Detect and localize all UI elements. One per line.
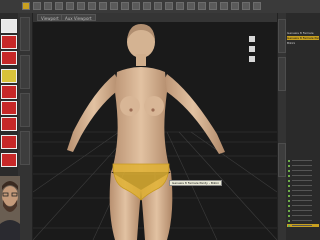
save-button-icon[interactable]: [220, 2, 228, 10]
list-item[interactable]: [287, 189, 319, 192]
shelf-item-8[interactable]: [1, 135, 17, 149]
scale-tool-icon[interactable]: [55, 2, 63, 10]
visibility-icon[interactable]: [288, 214, 290, 217]
geometry-editor-tool-icon[interactable]: [88, 2, 96, 10]
visibility-icon[interactable]: [288, 204, 290, 207]
region-navigator-tool-icon[interactable]: [143, 2, 151, 10]
visibility-icon[interactable]: [288, 194, 290, 197]
visibility-icon[interactable]: [288, 164, 290, 167]
visibility-icon[interactable]: [288, 209, 290, 212]
pane-tab-4[interactable]: [20, 131, 30, 165]
pane-tab-1[interactable]: [20, 17, 30, 51]
node-weight-tool-icon[interactable]: [77, 2, 85, 10]
scene-row[interactable]: Bikini: [287, 41, 319, 45]
pane-tab-2[interactable]: [20, 55, 30, 89]
list-item[interactable]: [287, 204, 319, 207]
view-controls-icon: [249, 36, 255, 62]
shelf-item-6[interactable]: [1, 101, 17, 115]
list-item[interactable]: [287, 184, 319, 187]
transfer-tool-icon[interactable]: [154, 2, 162, 10]
right-pane-tab-2[interactable]: [278, 57, 286, 91]
universal-tool-icon[interactable]: [66, 2, 74, 10]
redo-button-icon[interactable]: [253, 2, 261, 10]
tab-aux-viewport[interactable]: Aux Viewport: [61, 14, 96, 21]
list-item[interactable]: [287, 194, 319, 197]
pane-tab-3[interactable]: [20, 93, 30, 127]
shelf-item-3[interactable]: [1, 51, 17, 65]
shelf-item-2[interactable]: [1, 35, 17, 49]
list-item[interactable]: [287, 199, 319, 202]
scene-pane: Genesis 8 Female Genesis 8 Female Panty …: [286, 13, 320, 240]
render-button-icon[interactable]: [187, 2, 195, 10]
right-pane-tab-3[interactable]: [278, 143, 286, 177]
viewport-panel: Viewport Aux Viewport Genesis 8 Female P…: [33, 13, 277, 240]
select-tool-icon[interactable]: [22, 2, 30, 10]
power-pose-tool-icon[interactable]: [176, 2, 184, 10]
shelf-item-7[interactable]: [1, 117, 17, 131]
pane-tab-strip: [18, 13, 33, 240]
shelf-item-4[interactable]: [1, 69, 17, 83]
visibility-icon[interactable]: [288, 179, 290, 182]
hover-tooltip: Genesis 8 Female Panty - Bikini: [169, 180, 223, 186]
presenter-image: [0, 176, 20, 240]
aux-viewport-button-icon[interactable]: [209, 2, 217, 10]
shelf-item-5[interactable]: [1, 85, 17, 99]
list-item[interactable]: [287, 209, 319, 212]
visibility-icon[interactable]: [288, 199, 290, 202]
visibility-icon[interactable]: [288, 169, 290, 172]
camera-tool-icon[interactable]: [121, 2, 129, 10]
list-item[interactable]: [287, 164, 319, 167]
list-item[interactable]: [287, 174, 319, 177]
visibility-icon[interactable]: [288, 184, 290, 187]
visibility-icon[interactable]: [288, 159, 290, 162]
shelf-item-9[interactable]: [1, 153, 17, 167]
active-pose-tool-icon[interactable]: [165, 2, 173, 10]
list-item[interactable]: [287, 219, 319, 222]
settings-button-icon[interactable]: [231, 2, 239, 10]
translate-tool-icon[interactable]: [33, 2, 41, 10]
list-item[interactable]: [287, 214, 319, 217]
list-item-selected[interactable]: [287, 224, 319, 227]
shelf-item-1[interactable]: [1, 19, 17, 33]
3d-viewport[interactable]: Genesis 8 Female Panty - Bikini: [33, 22, 277, 240]
joint-editor-tool-icon[interactable]: [132, 2, 140, 10]
spot-render-tool-icon[interactable]: [110, 2, 118, 10]
surface-selection-tool-icon[interactable]: [99, 2, 107, 10]
list-item[interactable]: [287, 169, 319, 172]
list-item[interactable]: [287, 159, 319, 162]
visibility-icon[interactable]: [288, 219, 290, 222]
tab-viewport[interactable]: Viewport: [37, 14, 63, 21]
right-pane-tab-1[interactable]: [278, 19, 286, 53]
iray-preview-button-icon[interactable]: [198, 2, 206, 10]
scene-row[interactable]: Genesis 8 Female: [287, 31, 319, 35]
rotate-tool-icon[interactable]: [44, 2, 52, 10]
undo-button-icon[interactable]: [242, 2, 250, 10]
list-item[interactable]: [287, 179, 319, 182]
visibility-icon[interactable]: [288, 224, 290, 227]
scene-row-selected[interactable]: Genesis 8 Female Panty: [287, 36, 319, 40]
webcam-overlay: [0, 176, 20, 240]
visibility-icon[interactable]: [288, 189, 290, 192]
main-toolbar: [0, 0, 320, 14]
visibility-icon[interactable]: [288, 174, 290, 177]
viewport-scene: [33, 24, 277, 240]
